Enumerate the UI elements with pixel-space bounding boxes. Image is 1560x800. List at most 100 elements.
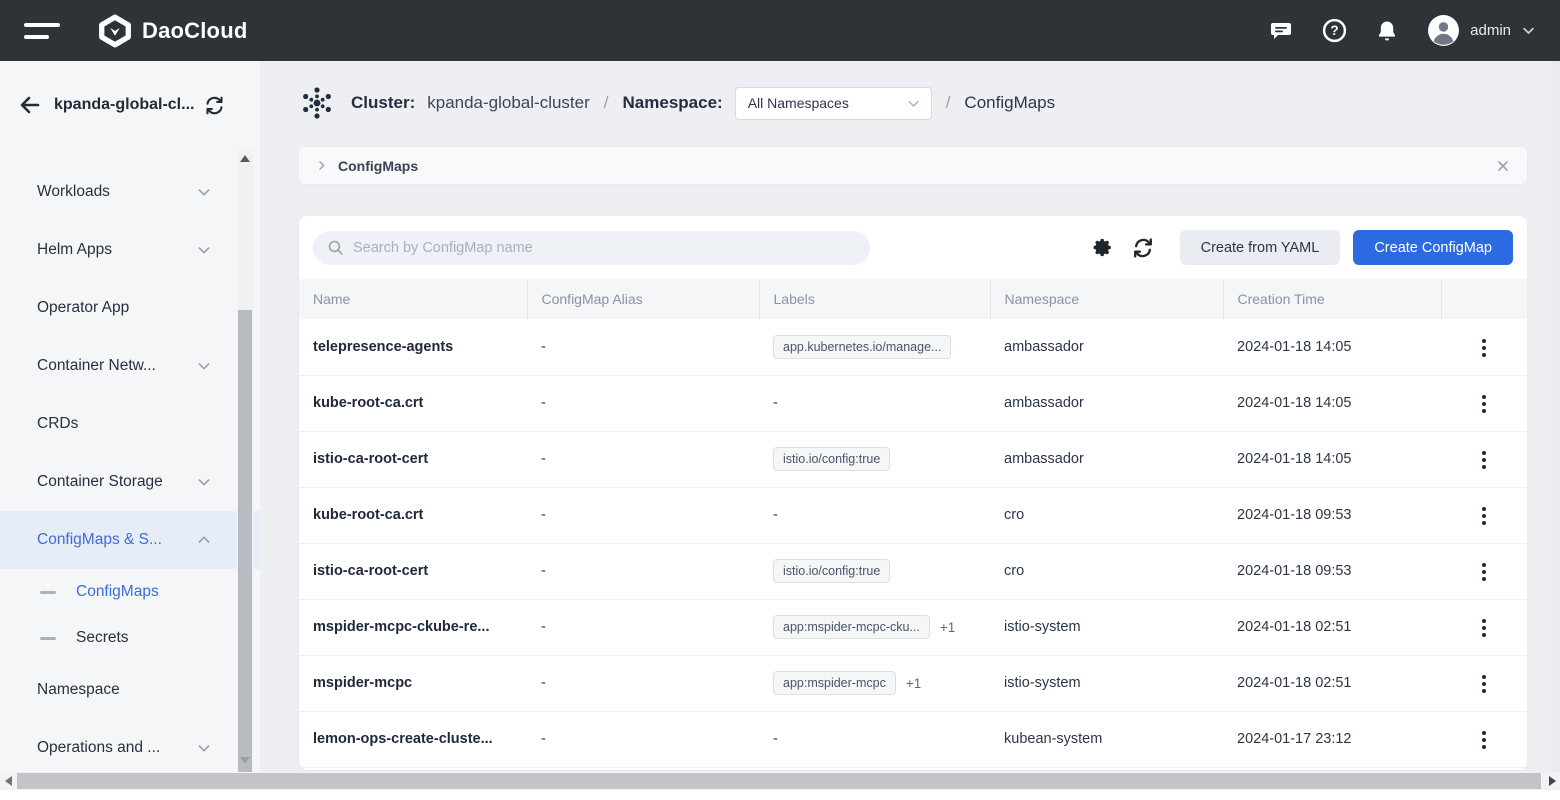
table-row[interactable]: kube-root-ca.crt - - ambassador 2024-01-… [299, 375, 1527, 431]
configmap-alias: - [541, 507, 546, 523]
col-labels: Labels [759, 279, 990, 319]
row-actions-kebab-icon[interactable] [1472, 389, 1496, 419]
table-row[interactable]: lemon-ops-create-cluste... - - kubean-sy… [299, 711, 1527, 767]
configmap-name[interactable]: lemon-ops-create-cluste... [313, 731, 527, 747]
sidebar-item-secrets[interactable]: Secrets [0, 615, 260, 661]
namespace-label: Namespace: [623, 93, 723, 113]
sidebar-item-configmaps[interactable]: ConfigMaps [0, 569, 260, 615]
switch-cluster-icon[interactable] [204, 95, 225, 116]
scroll-down-arrow[interactable] [237, 752, 253, 768]
sidebar-menu: Workloads Helm Apps Operator App Contain… [0, 163, 260, 777]
configmap-name[interactable]: mspider-mcpc-ckube-re... [313, 619, 527, 635]
search-icon [327, 239, 344, 256]
label-chip: app.kubernetes.io/manage... [773, 335, 951, 359]
messages-icon[interactable] [1268, 18, 1294, 44]
settings-gear-icon[interactable] [1090, 235, 1116, 261]
tab-configmaps[interactable]: ConfigMaps [338, 158, 418, 174]
separator: / [604, 93, 609, 113]
labels-more-count[interactable]: +1 [906, 676, 921, 691]
col-namespace: Namespace [990, 279, 1223, 319]
configmap-alias: - [541, 731, 546, 747]
label-chip: app:mspider-mcpc [773, 671, 896, 695]
sidebar-item-label: CRDs [37, 415, 78, 433]
help-icon[interactable]: ? [1321, 18, 1347, 44]
scroll-right-arrow[interactable] [1544, 772, 1560, 790]
row-actions-kebab-icon[interactable] [1472, 333, 1496, 363]
namespace-value: cro [1004, 563, 1024, 579]
menu-toggle-icon[interactable] [24, 16, 64, 46]
sidebar-item-configmaps-s[interactable]: ConfigMaps & S... [0, 511, 260, 569]
row-actions-kebab-icon[interactable] [1472, 613, 1496, 643]
sidebar-item-container-storage[interactable]: Container Storage [0, 453, 260, 511]
sidebar-item-namespace[interactable]: Namespace [0, 661, 260, 719]
user-menu[interactable]: admin [1427, 14, 1536, 47]
row-actions-kebab-icon[interactable] [1472, 725, 1496, 755]
cluster-value[interactable]: kpanda-global-cluster [427, 93, 590, 113]
cluster-name-label: kpanda-global-cl... [54, 96, 194, 114]
sidebar-item-label: ConfigMaps [76, 583, 159, 601]
configmap-name[interactable]: istio-ca-root-cert [313, 563, 527, 579]
create-from-yaml-button[interactable]: Create from YAML [1180, 230, 1341, 265]
toolbar: Create from YAML Create ConfigMap [299, 216, 1527, 279]
table-row[interactable]: mspider-mcpc-ckube-re... - app:mspider-m… [299, 599, 1527, 655]
separator: / [946, 93, 951, 113]
close-icon[interactable] [1495, 158, 1511, 174]
create-configmap-button[interactable]: Create ConfigMap [1353, 230, 1513, 265]
namespace-select[interactable]: All Namespaces [735, 87, 932, 120]
notifications-bell-icon[interactable] [1374, 18, 1400, 44]
creation-time: 2024-01-18 02:51 [1237, 619, 1352, 635]
creation-time: 2024-01-18 09:53 [1237, 563, 1352, 579]
configmap-name[interactable]: kube-root-ca.crt [313, 395, 527, 411]
brand-logo: DaoCloud [98, 14, 247, 48]
back-arrow-icon[interactable] [18, 93, 42, 117]
sidebar-item-operator-app[interactable]: Operator App [0, 279, 260, 337]
configmap-alias: - [541, 451, 546, 467]
label-chip: istio.io/config:true [773, 559, 890, 583]
label-chip: istio.io/config:true [773, 447, 890, 471]
labels-empty: - [773, 395, 778, 411]
right-edge-scroll-track[interactable] [1553, 61, 1560, 772]
horizontal-scrollbar-thumb[interactable] [17, 773, 1541, 789]
sidebar-item-label: Operator App [37, 299, 129, 317]
search-input[interactable] [353, 240, 856, 256]
sidebar-item-helm-apps[interactable]: Helm Apps [0, 221, 260, 279]
configmap-name[interactable]: kube-root-ca.crt [313, 507, 527, 523]
table-row[interactable]: mspider-mcpc - app:mspider-mcpc +1 istio… [299, 655, 1527, 711]
configmap-name[interactable]: telepresence-agents [313, 339, 527, 355]
sidebar-item-container-netw[interactable]: Container Netw... [0, 337, 260, 395]
configmap-name[interactable]: mspider-mcpc [313, 675, 527, 691]
bottom-page-sliver [0, 790, 1560, 800]
row-actions-kebab-icon[interactable] [1472, 669, 1496, 699]
main-content: Cluster: kpanda-global-cluster / Namespa… [260, 61, 1560, 772]
scroll-left-arrow[interactable] [0, 772, 16, 790]
chevron-down-icon [196, 242, 212, 258]
labels-more-count[interactable]: +1 [940, 620, 955, 635]
sidebar-scrollbar-thumb[interactable] [238, 310, 252, 775]
configmap-name[interactable]: istio-ca-root-cert [313, 451, 527, 467]
search-box[interactable] [313, 231, 870, 265]
daocloud-cube-icon [98, 14, 132, 48]
scroll-up-arrow[interactable] [237, 150, 253, 166]
creation-time: 2024-01-18 14:05 [1237, 339, 1352, 355]
sidebar-scrollbar[interactable] [237, 150, 253, 768]
configmap-alias: - [541, 563, 546, 579]
sidebar-item-workloads[interactable]: Workloads [0, 163, 260, 221]
table-row[interactable]: istio-ca-root-cert - istio.io/config:tru… [299, 543, 1527, 599]
refresh-icon[interactable] [1130, 235, 1156, 261]
namespace-value: ambassador [1004, 451, 1084, 467]
horizontal-scrollbar[interactable] [0, 772, 1560, 790]
row-actions-kebab-icon[interactable] [1472, 501, 1496, 531]
sidebar-item-crds[interactable]: CRDs [0, 395, 260, 453]
select-chevron-down-icon [906, 96, 921, 111]
context-header: Cluster: kpanda-global-cluster / Namespa… [260, 61, 1560, 135]
table-row[interactable]: telepresence-agents - app.kubernetes.io/… [299, 319, 1527, 375]
sidebar-item-operations-and[interactable]: Operations and ... [0, 719, 260, 777]
sidebar-item-label: Namespace [37, 681, 120, 699]
sidebar: kpanda-global-cl... Workloads Helm Apps … [0, 61, 260, 772]
row-actions-kebab-icon[interactable] [1472, 557, 1496, 587]
cluster-label: Cluster: [351, 93, 415, 113]
table-row[interactable]: kube-root-ca.crt - - cro 2024-01-18 09:5… [299, 487, 1527, 543]
table-row[interactable]: istio-ca-root-cert - istio.io/config:tru… [299, 431, 1527, 487]
row-actions-kebab-icon[interactable] [1472, 445, 1496, 475]
configmap-alias: - [541, 395, 546, 411]
